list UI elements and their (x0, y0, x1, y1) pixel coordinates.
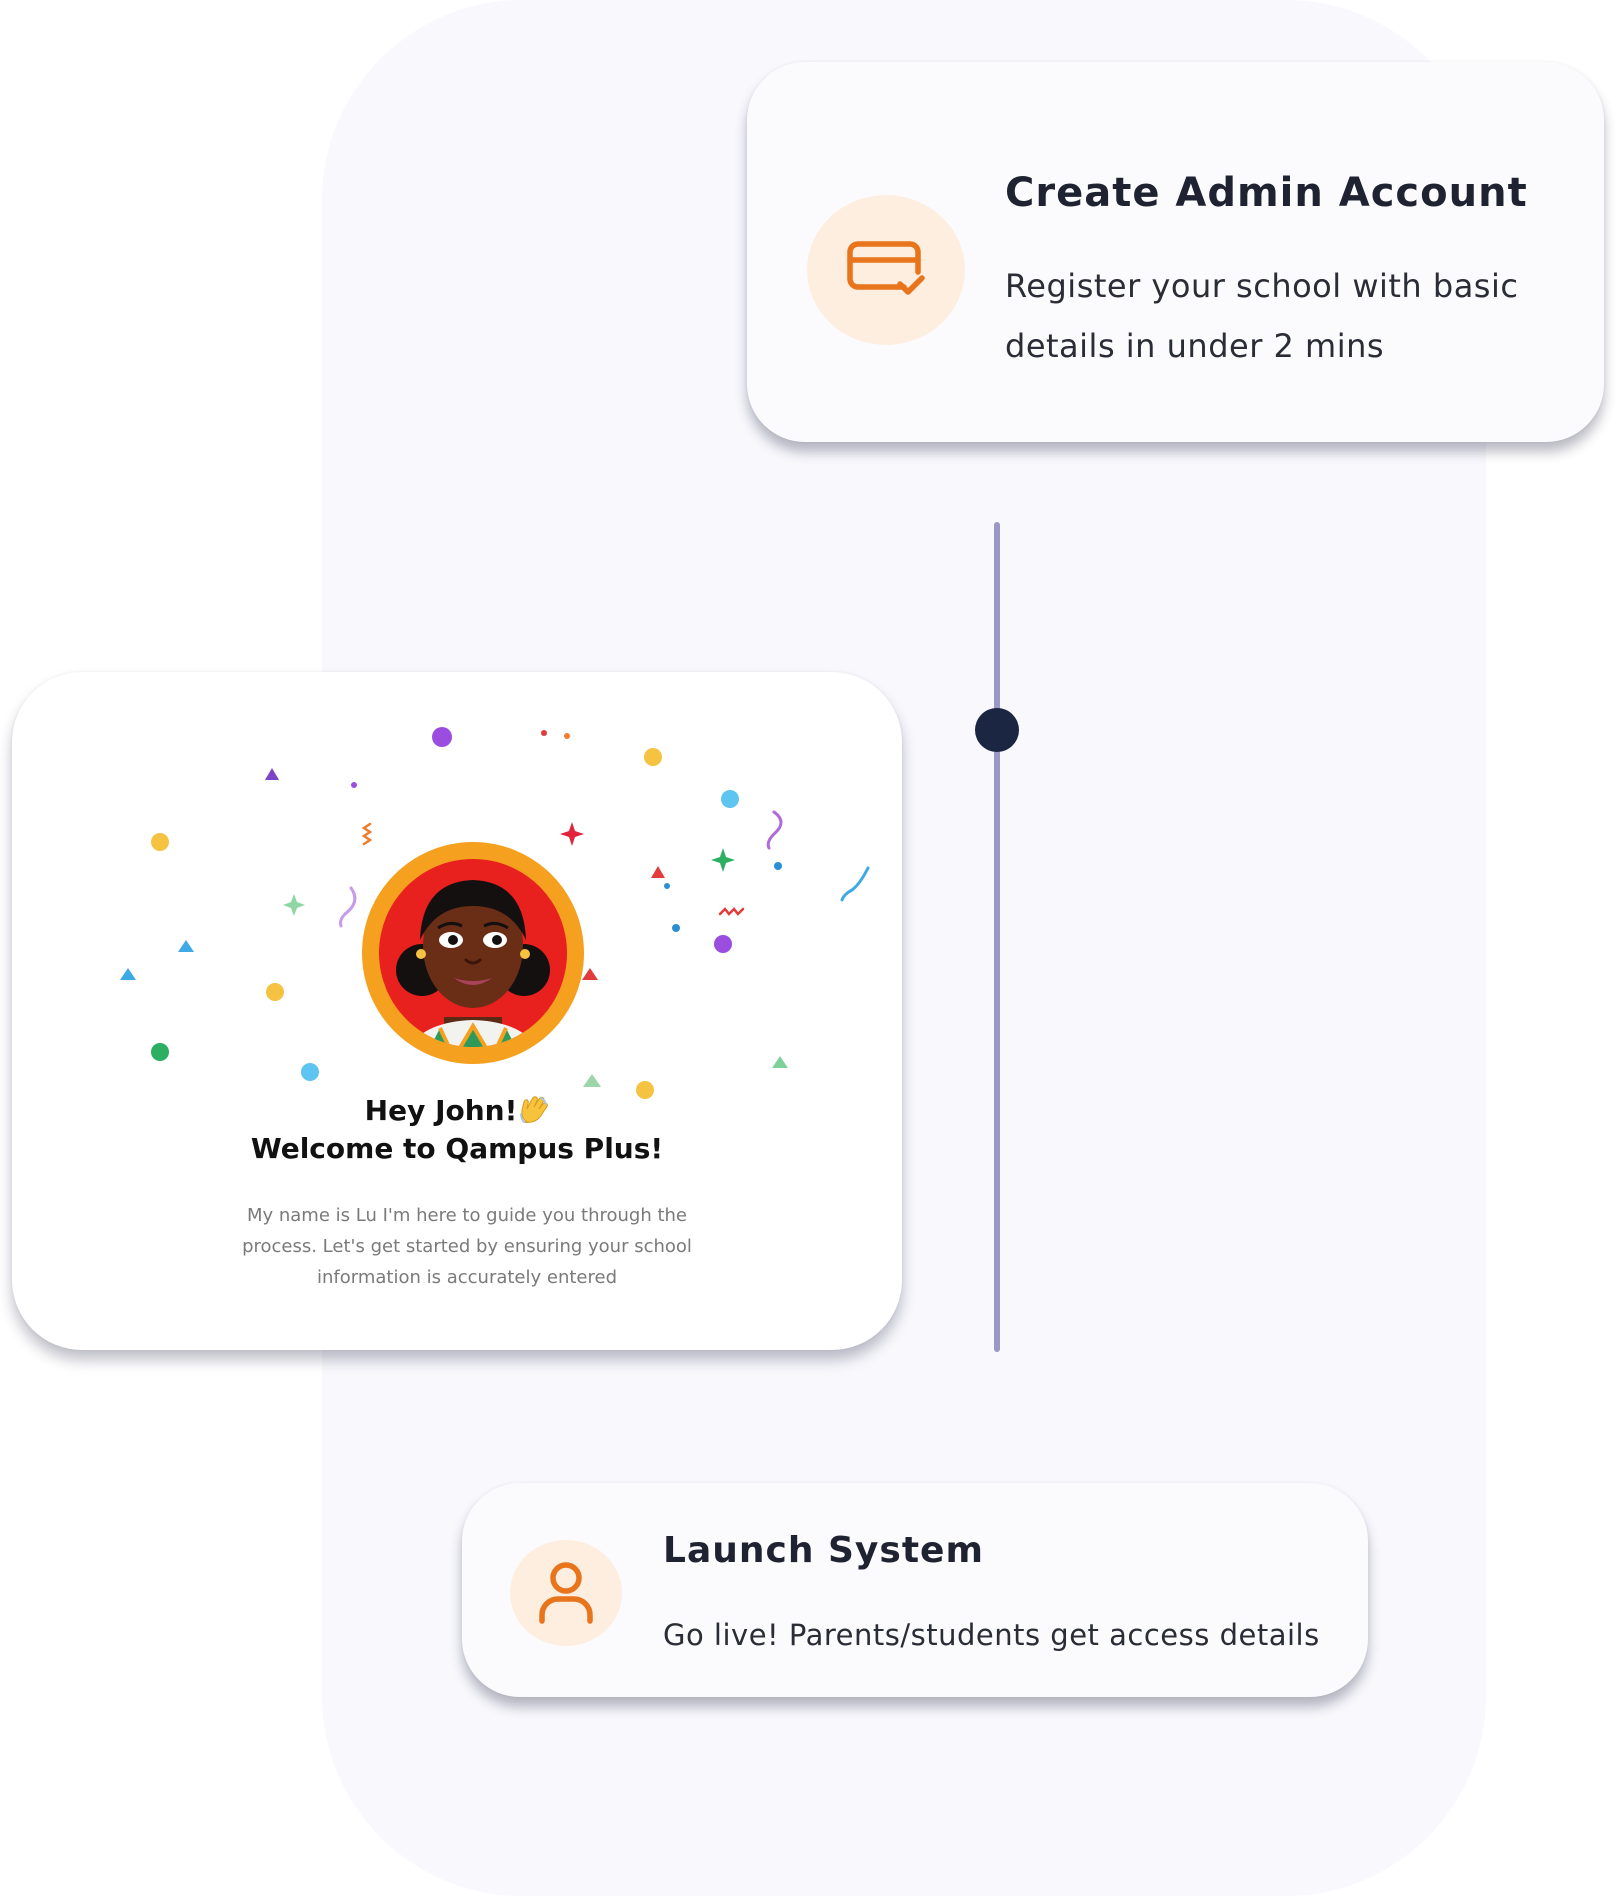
step-title: Create Admin Account (1005, 170, 1528, 216)
welcome-heading: Hey John! Welcome to Qampus Plus! (12, 1092, 902, 1168)
card-check-icon (847, 241, 925, 295)
welcome-message: My name is Lu I'm here to guide you thro… (242, 1205, 692, 1288)
welcome-card: Hey John! Welcome to Qampus Plus! My nam… (12, 672, 902, 1350)
step-title: Launch System (663, 1530, 984, 1571)
step-description: Register your school with basic details … (1005, 267, 1519, 365)
timeline-line (994, 522, 1000, 1352)
step-card-launch-system[interactable]: Launch System Go live! Parents/students … (462, 1483, 1368, 1697)
step-description: Go live! Parents/students get access det… (663, 1618, 1320, 1652)
step-icon-badge (807, 195, 965, 345)
user-icon (539, 1562, 593, 1624)
step-icon-badge (510, 1540, 622, 1646)
guide-avatar (362, 842, 584, 1064)
welcome-title: Welcome to Qampus Plus! (250, 1132, 664, 1165)
greeting-text: Hey John! (364, 1094, 518, 1127)
timeline-marker (975, 708, 1019, 752)
step-card-create-admin[interactable]: Create Admin Account Register your schoo… (747, 62, 1604, 442)
waving-hand-icon (520, 1096, 549, 1123)
